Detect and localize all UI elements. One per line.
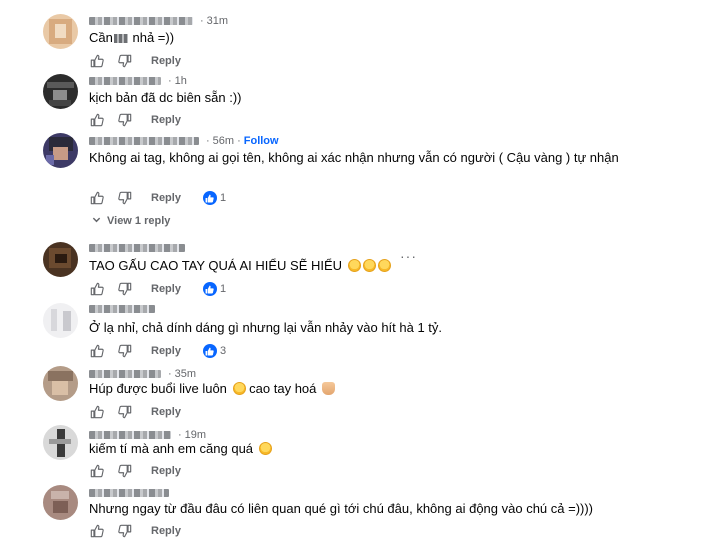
- comment-text: Cần nhả =)): [89, 30, 175, 45]
- comment-actions: Reply: [89, 404, 203, 420]
- like-reaction-icon: [202, 282, 217, 296]
- dislike-icon[interactable]: [117, 53, 133, 69]
- like-icon[interactable]: [89, 463, 105, 479]
- comment-header: · 35m: [89, 368, 196, 380]
- reply-button[interactable]: Reply: [151, 114, 181, 126]
- laughing-emoji-icon: [347, 259, 361, 272]
- like-icon[interactable]: [89, 523, 105, 539]
- reaction-count[interactable]: 1: [202, 282, 226, 296]
- like-icon[interactable]: [89, 112, 105, 128]
- author-name[interactable]: [89, 77, 161, 85]
- like-icon[interactable]: [89, 343, 105, 359]
- like-icon[interactable]: [89, 281, 105, 297]
- more-options-icon[interactable]: ···: [400, 248, 417, 264]
- comment-actions: Reply: [89, 112, 203, 128]
- dislike-icon[interactable]: [117, 190, 133, 206]
- follow-button[interactable]: Follow: [244, 135, 279, 147]
- reply-button[interactable]: Reply: [151, 525, 181, 537]
- comment-header: [89, 244, 189, 252]
- comment-text: kiếm tí mà anh em căng quá: [89, 440, 272, 458]
- reply-button[interactable]: Reply: [151, 465, 181, 477]
- timestamp[interactable]: 56m: [213, 135, 234, 147]
- reaction-count[interactable]: 1: [202, 191, 226, 205]
- comment-actions: Reply: [89, 523, 203, 539]
- view-replies-button[interactable]: View 1 reply: [92, 215, 170, 227]
- like-icon[interactable]: [89, 53, 105, 69]
- comment-actions: Reply: [89, 463, 203, 479]
- avatar[interactable]: [43, 485, 78, 520]
- comment-text: Húp được buổi live luôn cao tay hoá: [89, 380, 336, 398]
- comment-header: [89, 489, 173, 497]
- grin-emoji-icon: [232, 382, 246, 395]
- pray-emoji-icon: [322, 382, 336, 395]
- timestamp[interactable]: 31m: [207, 15, 228, 27]
- dislike-icon[interactable]: [117, 343, 133, 359]
- like-icon[interactable]: [89, 190, 105, 206]
- comment-actions: Reply: [89, 53, 203, 69]
- comment-text: TAO GẤU CAO TAY QUÁ AI HIỂU SẼ HIỂU: [89, 257, 391, 275]
- author-name[interactable]: [89, 431, 171, 439]
- like-icon[interactable]: [89, 404, 105, 420]
- timestamp[interactable]: 35m: [175, 368, 196, 380]
- avatar[interactable]: [43, 133, 78, 168]
- author-name[interactable]: [89, 244, 185, 252]
- dislike-icon[interactable]: [117, 404, 133, 420]
- reaction-count[interactable]: 3: [202, 344, 226, 358]
- avatar[interactable]: [43, 425, 78, 460]
- comment-header: · 56m · Follow: [89, 135, 279, 147]
- comment-text: Ở lạ nhỉ, chả dính dáng gì nhưng lại vẫn…: [89, 320, 443, 335]
- avatar[interactable]: [43, 366, 78, 401]
- comment-header: [89, 305, 159, 313]
- rolling-laugh-emoji-icon: [258, 442, 272, 455]
- comment-actions: Reply 3: [89, 343, 226, 359]
- laughing-emoji-icon: [362, 259, 376, 272]
- reply-button[interactable]: Reply: [151, 192, 181, 204]
- dislike-icon[interactable]: [117, 463, 133, 479]
- dislike-icon[interactable]: [117, 281, 133, 297]
- laughing-emoji-icon: [377, 259, 391, 272]
- comment-text: Nhưng ngay từ đầu đâu có liên quan qué g…: [89, 501, 594, 516]
- avatar[interactable]: [43, 74, 78, 109]
- dislike-icon[interactable]: [117, 523, 133, 539]
- comment-text: Không ai tag, không ai gọi tên, không ai…: [89, 150, 619, 165]
- like-reaction-icon: [202, 344, 217, 358]
- censored-word: [113, 34, 128, 43]
- timestamp[interactable]: 1h: [175, 75, 187, 87]
- comment-text: kịch bản đã dc biên sẵn :)): [89, 90, 242, 105]
- comment-header: · 31m: [89, 15, 228, 27]
- dislike-icon[interactable]: [117, 112, 133, 128]
- reply-button[interactable]: Reply: [151, 55, 181, 67]
- avatar[interactable]: [43, 242, 78, 277]
- chevron-down-icon: [92, 215, 101, 227]
- avatar[interactable]: [43, 303, 78, 338]
- author-name[interactable]: [89, 305, 155, 313]
- author-name[interactable]: [89, 370, 161, 378]
- comment-header: · 1h: [89, 75, 187, 87]
- reply-button[interactable]: Reply: [151, 406, 181, 418]
- comment-actions: Reply 1: [89, 281, 226, 297]
- avatar[interactable]: [43, 14, 78, 49]
- author-name[interactable]: [89, 489, 169, 497]
- reply-button[interactable]: Reply: [151, 345, 181, 357]
- reply-button[interactable]: Reply: [151, 283, 181, 295]
- like-reaction-icon: [202, 191, 217, 205]
- author-name[interactable]: [89, 137, 199, 145]
- comment-actions: Reply 1: [89, 190, 226, 206]
- author-name[interactable]: [89, 17, 193, 25]
